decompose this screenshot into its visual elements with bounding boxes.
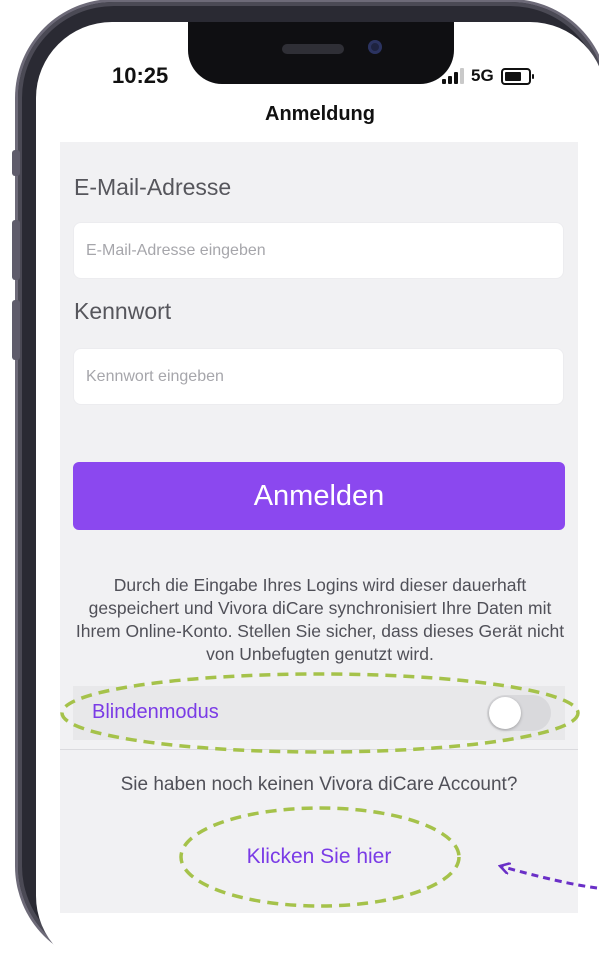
network-type: 5G [471,66,494,85]
blind-mode-label: Blindenmodus [92,701,219,723]
signup-prompt: Sie haben noch keinen Vivora diCare Acco… [120,774,518,795]
side-button [12,150,20,176]
login-form: E-Mail-Adresse Kennwort Anmelden Durch d… [60,142,578,913]
divider [60,749,578,750]
email-label: E-Mail-Adresse [74,174,232,200]
side-button [12,220,20,280]
signup-link[interactable]: Klicken Sie hier [60,845,578,869]
blind-mode-row: Blindenmodus [73,686,565,740]
blind-mode-toggle[interactable] [487,695,551,731]
status-icons: 5G [442,66,534,86]
side-button [12,300,20,360]
speaker-grille [282,44,344,54]
info-text: Durch die Eingabe Ihres Logins wird dies… [75,575,565,664]
email-field[interactable] [73,222,564,279]
password-label: Kennwort [74,298,172,324]
password-field[interactable] [73,348,564,405]
page-title: Anmeldung [265,103,375,125]
status-time: 10:25 [112,63,169,88]
toggle-knob [489,697,521,729]
battery-icon [500,67,534,85]
signal-icon [442,68,464,84]
camera-icon [368,40,382,54]
login-button[interactable]: Anmelden [73,462,565,530]
